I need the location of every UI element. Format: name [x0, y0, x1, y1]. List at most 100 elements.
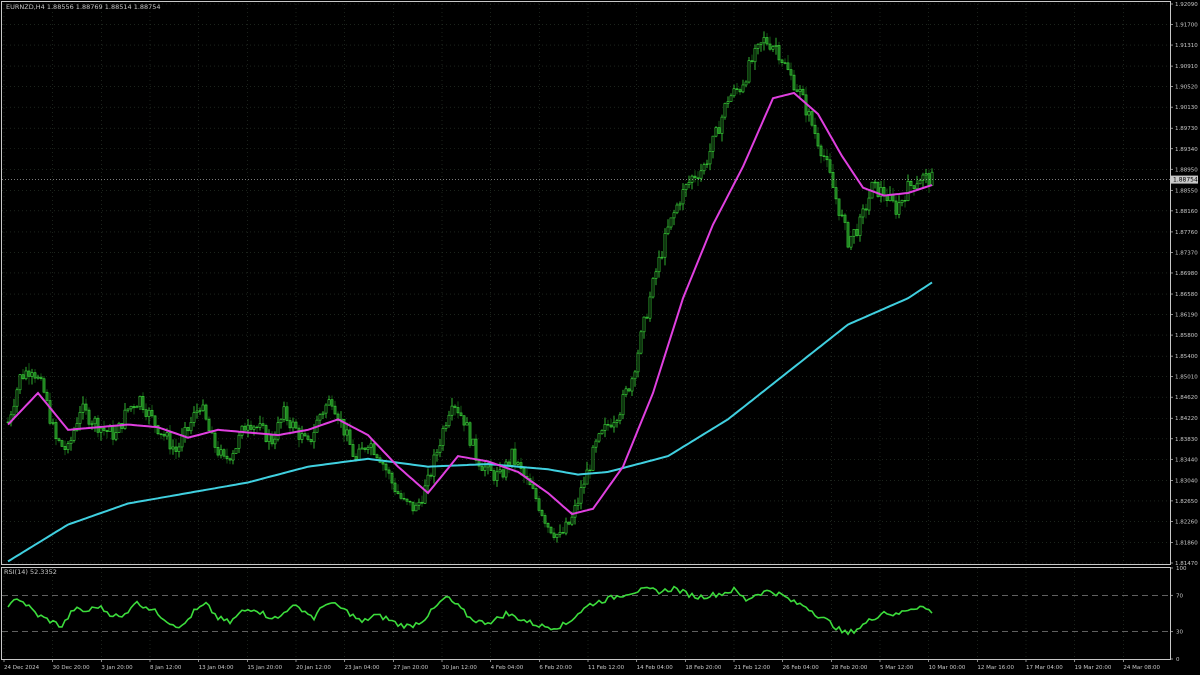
candle-body — [615, 420, 619, 423]
time-tick-label: 20 Jan 12:00 — [296, 665, 331, 671]
candle-body — [579, 487, 583, 504]
candle-body — [177, 446, 181, 452]
candle-body — [429, 474, 433, 477]
candle-body — [741, 84, 745, 93]
price-tick-label: 1.81860 — [1175, 540, 1198, 546]
price-tick-label: 1.85800 — [1175, 333, 1198, 339]
price-tick-label: 1.83440 — [1175, 457, 1198, 463]
candle-body — [903, 200, 907, 202]
candle-body — [135, 406, 139, 409]
candle-body — [648, 296, 652, 319]
candle-body — [480, 465, 484, 471]
time-tick-label: 14 Feb 04:00 — [637, 665, 674, 671]
candle-body — [21, 374, 25, 380]
candle-body — [66, 443, 70, 450]
candle-body — [726, 101, 730, 104]
candle-body — [543, 515, 547, 524]
candle-body — [564, 521, 568, 534]
trading-chart[interactable]: 1.92090 1.91700 1.91310 1.90910 1.90520 1.901… — [0, 0, 1200, 675]
candle-body — [894, 200, 898, 215]
candle-body — [549, 526, 553, 534]
price-tick-label: 1.88950 — [1175, 167, 1198, 173]
candle-body — [255, 426, 259, 429]
price-tick-label: 1.83830 — [1175, 437, 1198, 443]
candle-body — [672, 212, 676, 219]
candle-body — [459, 412, 463, 416]
candle-body — [306, 435, 310, 440]
candle-body — [456, 407, 460, 414]
candle-body — [729, 95, 733, 102]
price-tick-label: 1.82650 — [1175, 499, 1198, 505]
candle-body — [303, 433, 307, 437]
candle-body — [585, 469, 589, 485]
time-tick-label: 30 Dec 20:00 — [53, 665, 90, 671]
candle-body — [105, 430, 109, 432]
current-price-label: 1.88754 — [1173, 177, 1198, 184]
candle-body — [747, 60, 751, 83]
candle-body — [36, 376, 40, 379]
candle-body — [594, 440, 598, 448]
candle-body — [735, 88, 739, 90]
candle-body — [555, 533, 559, 538]
candle-body — [639, 331, 643, 354]
candle-body — [141, 395, 145, 410]
candle-body — [294, 421, 298, 429]
candle-body — [603, 424, 607, 431]
candle-body — [708, 151, 712, 165]
candle-body — [822, 155, 826, 157]
candle-body — [756, 43, 760, 49]
time-tick-label: 21 Feb 12:00 — [734, 665, 771, 671]
candle-body — [195, 410, 199, 414]
candle-body — [60, 440, 64, 447]
time-tick-label: 27 Jan 20:00 — [393, 665, 428, 671]
candle-body — [183, 427, 187, 437]
candle-body — [645, 316, 649, 319]
candle-body — [312, 431, 316, 443]
candle-body — [663, 233, 667, 258]
candle-body — [768, 43, 772, 50]
candle-body — [138, 395, 142, 407]
candle-body — [504, 461, 508, 478]
candle-body — [627, 388, 631, 392]
price-tick-label: 1.86190 — [1175, 313, 1198, 319]
candle-body — [384, 463, 388, 471]
candle-body — [795, 89, 799, 92]
candle-body — [213, 432, 217, 448]
candle-body — [852, 229, 856, 237]
candle-body — [618, 414, 622, 421]
candle-body — [330, 399, 334, 407]
candle-body — [465, 422, 469, 426]
candle-body — [417, 501, 421, 506]
candle-body — [78, 412, 82, 424]
symbol-header: EURNZD,H4 1.88556 1.88769 1.88514 1.8875… — [6, 3, 161, 11]
candle-body — [216, 447, 220, 456]
price-tick-label: 1.84220 — [1175, 416, 1198, 422]
candle-body — [636, 352, 640, 373]
candle-body — [366, 447, 370, 450]
candle-body — [171, 446, 175, 450]
candle-body — [495, 471, 499, 481]
candle-body — [201, 404, 205, 411]
candle-body — [723, 103, 727, 118]
candle-body — [84, 403, 88, 411]
candle-body — [435, 451, 439, 456]
candle-body — [453, 405, 457, 408]
candle-body — [198, 410, 202, 412]
candle-body — [681, 189, 685, 205]
candle-body — [573, 505, 577, 518]
time-tick-label: 28 Feb 20:00 — [831, 665, 868, 671]
candle-body — [900, 200, 904, 204]
time-tick-label: 17 Mar 04:00 — [1026, 665, 1063, 671]
candle-body — [642, 316, 646, 333]
price-tick-label: 1.89730 — [1175, 126, 1198, 132]
candle-body — [537, 498, 541, 511]
candle-body — [462, 415, 466, 426]
candle-body — [411, 501, 415, 512]
candle-body — [405, 498, 409, 502]
price-tick-label: 1.83040 — [1175, 478, 1198, 484]
candle-body — [372, 443, 376, 456]
price-tick-label: 1.91700 — [1175, 23, 1198, 29]
candle-body — [231, 453, 235, 461]
candle-body — [93, 417, 97, 425]
candle-body — [498, 469, 502, 473]
